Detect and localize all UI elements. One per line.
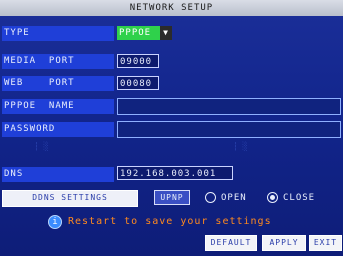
dns-label: DNS [2, 167, 114, 182]
upnp-close-radio[interactable] [267, 192, 278, 203]
default-button[interactable]: DEFAULT [205, 235, 257, 251]
media-port-input[interactable]: 09000 [117, 54, 159, 68]
pppoe-name-input[interactable] [117, 98, 341, 115]
pppoe-name-label: PPPOE NAME [2, 99, 114, 114]
password-input[interactable] [117, 121, 341, 138]
upnp-label: UPNP [154, 190, 190, 205]
cursor-icon: ┆ ░ [34, 142, 49, 151]
info-icon: i [48, 215, 62, 229]
ddns-settings-button[interactable]: DDNS SETTINGS [2, 190, 138, 207]
media-port-label: MEDIA PORT [2, 54, 114, 69]
page-title: NETWORK SETUP [0, 0, 343, 16]
type-select[interactable]: PPPOE ▼ [117, 26, 172, 40]
upnp-open-radio[interactable] [205, 192, 216, 203]
exit-button[interactable]: EXIT [309, 235, 342, 251]
network-setup-screen: NETWORK SETUP TYPE PPPOE ▼ MEDIA PORT 09… [0, 0, 343, 256]
web-port-input[interactable]: 00080 [117, 76, 159, 90]
type-select-value: PPPOE [119, 28, 152, 38]
dropdown-arrow-icon[interactable]: ▼ [160, 26, 172, 40]
cursor-icon: ┆ ░ [233, 142, 248, 151]
type-label: TYPE [2, 26, 114, 41]
password-label: PASSWORD [2, 122, 114, 137]
restart-tip: Restart to save your settings [68, 216, 272, 227]
web-port-label: WEB PORT [2, 76, 114, 91]
dns-input[interactable]: 192.168.003.001 [117, 166, 233, 180]
upnp-open-label: OPEN [221, 193, 247, 203]
upnp-close-label: CLOSE [283, 193, 316, 203]
apply-button[interactable]: APPLY [262, 235, 306, 251]
